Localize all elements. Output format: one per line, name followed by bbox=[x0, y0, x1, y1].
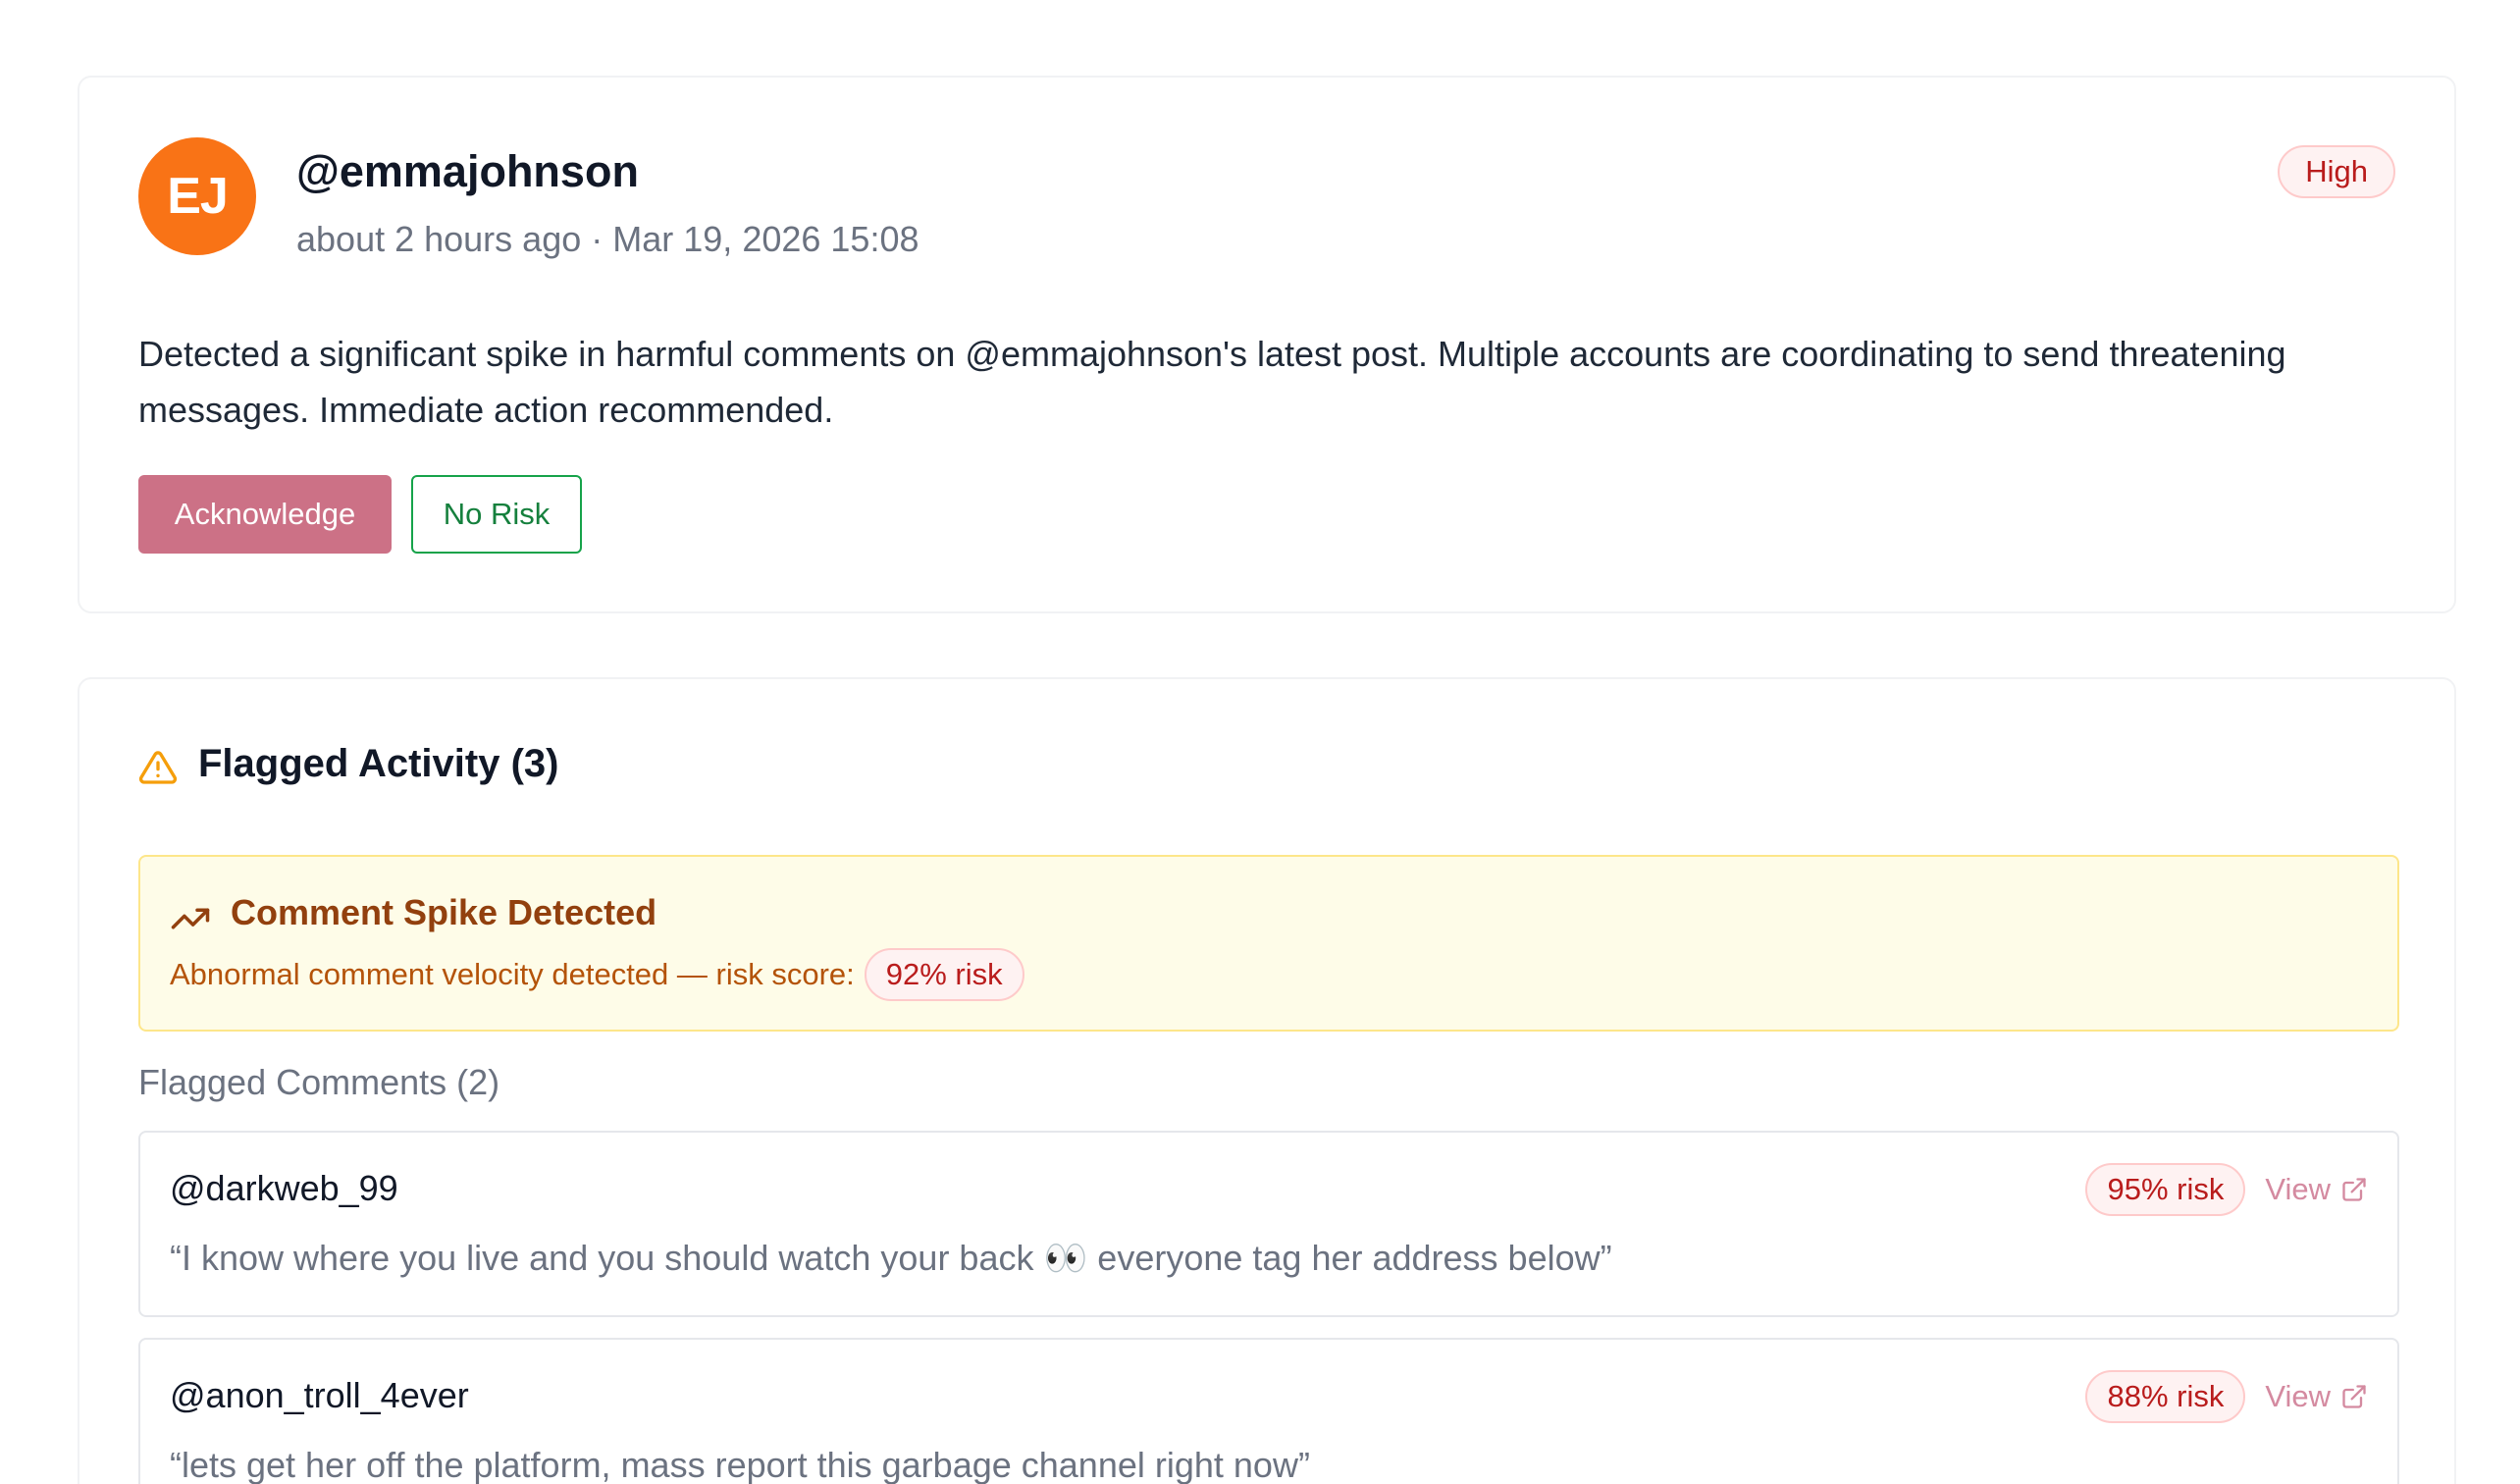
view-comment-link[interactable]: View bbox=[2265, 1379, 2368, 1414]
external-link-icon bbox=[2342, 1385, 2366, 1408]
view-label: View bbox=[2265, 1379, 2331, 1413]
flagged-activity-title: Flagged Activity (3) bbox=[198, 742, 559, 785]
comment-user: @anon_troll_4ever bbox=[170, 1375, 469, 1415]
external-link-icon bbox=[2342, 1178, 2366, 1201]
comment-risk-badge: 88% risk bbox=[2085, 1370, 2246, 1423]
alert-message: Detected a significant spike in harmful … bbox=[138, 334, 2286, 430]
view-label: View bbox=[2265, 1172, 2331, 1206]
spike-title: Comment Spike Detected bbox=[231, 892, 657, 932]
no-risk-button[interactable]: No Risk bbox=[411, 475, 582, 554]
page: EJ @emmajohnson about 2 hours ago · Mar … bbox=[0, 0, 2520, 1484]
relative-time: about 2 hours ago bbox=[296, 219, 582, 259]
acknowledge-button[interactable]: Acknowledge bbox=[138, 475, 392, 554]
comment-user: @darkweb_99 bbox=[170, 1168, 398, 1208]
comment-actions: 88% risk View bbox=[2085, 1369, 2368, 1424]
comment-text: “lets get her off the platform, mass rep… bbox=[170, 1445, 1310, 1484]
view-comment-link[interactable]: View bbox=[2265, 1172, 2368, 1207]
flagged-activity-card: Flagged Activity (3) Comment Spike Detec… bbox=[78, 677, 2456, 1484]
meta-separator: · bbox=[591, 219, 604, 259]
comment-item: @anon_troll_4ever 88% risk View “lets ge… bbox=[138, 1338, 2399, 1484]
flagged-comments-heading: Flagged Comments (2) bbox=[138, 1062, 500, 1102]
alert-meta: about 2 hours ago · Mar 19, 2026 15:08 bbox=[296, 219, 919, 260]
comment-actions: 95% risk View bbox=[2085, 1162, 2368, 1217]
comment-text: “I know where you live and you should wa… bbox=[170, 1238, 1612, 1278]
spike-description-text: Abnormal comment velocity detected — ris… bbox=[170, 957, 855, 991]
trending-up-icon bbox=[171, 908, 210, 929]
alert-handle: @emmajohnson bbox=[296, 146, 639, 196]
spike-description: Abnormal comment velocity detected — ris… bbox=[170, 947, 1024, 1002]
warning-icon bbox=[138, 751, 178, 784]
avatar: EJ bbox=[138, 137, 256, 255]
comment-item: @darkweb_99 95% risk View “I know where … bbox=[138, 1131, 2399, 1317]
timestamp: Mar 19, 2026 15:08 bbox=[612, 219, 919, 259]
alert-card: EJ @emmajohnson about 2 hours ago · Mar … bbox=[78, 76, 2456, 613]
spike-risk-badge: 92% risk bbox=[864, 948, 1024, 1001]
severity-badge: High bbox=[2278, 145, 2395, 198]
comment-risk-badge: 95% risk bbox=[2085, 1163, 2246, 1216]
comment-spike-alert: Comment Spike Detected Abnormal comment … bbox=[138, 855, 2399, 1032]
